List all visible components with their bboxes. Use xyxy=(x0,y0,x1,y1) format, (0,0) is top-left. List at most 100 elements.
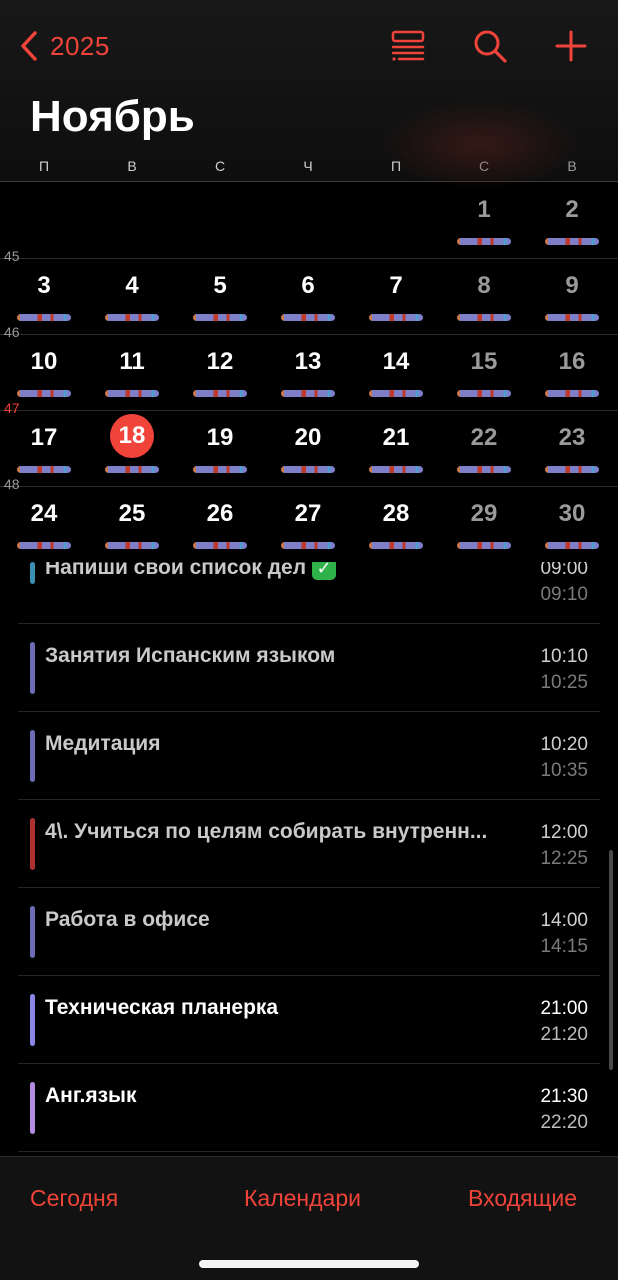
day-number: 21 xyxy=(382,424,410,451)
day-number: 20 xyxy=(294,424,322,451)
event-title-wrap: Занятия Испанским языком xyxy=(45,644,515,668)
day-cell[interactable]: 11 xyxy=(88,334,176,410)
day-cell[interactable]: 19 xyxy=(176,410,264,486)
event-item[interactable]: Медитация 10:20 10:35 xyxy=(18,712,600,800)
day-events-indicator xyxy=(17,466,71,473)
event-title: Напиши свой список дел xyxy=(45,562,307,579)
plus-icon xyxy=(555,30,587,62)
day-number: 24 xyxy=(30,500,58,527)
day-cell[interactable]: 16 xyxy=(528,334,616,410)
calendars-button[interactable]: Календари xyxy=(244,1185,361,1212)
day-events-indicator xyxy=(545,390,599,397)
week-row: 46 10 11 12 13 14 15 16 xyxy=(0,324,618,410)
day-cell[interactable]: 25 xyxy=(88,486,176,562)
day-cell[interactable]: 13 xyxy=(264,334,352,410)
add-event-button[interactable] xyxy=(553,28,589,64)
home-indicator xyxy=(199,1260,419,1268)
day-events-indicator xyxy=(545,466,599,473)
day-events-indicator xyxy=(281,314,335,321)
day-cell[interactable]: 15 xyxy=(440,334,528,410)
day-number: 9 xyxy=(565,272,579,299)
event-end-time: 21:20 xyxy=(540,1024,588,1045)
event-title-wrap: Напиши свой список дел ✓ xyxy=(45,562,515,581)
day-cell[interactable]: 26 xyxy=(176,486,264,562)
day-events-indicator xyxy=(193,314,247,321)
search-icon xyxy=(474,30,507,63)
day-cell[interactable]: 2 xyxy=(528,182,616,258)
day-events-indicator xyxy=(17,542,71,549)
event-item[interactable]: Анг.язык 21:30 22:20 xyxy=(18,1064,600,1152)
day-cell[interactable]: 22 xyxy=(440,410,528,486)
day-cell[interactable]: 20 xyxy=(264,410,352,486)
inbox-button[interactable]: Входящие xyxy=(468,1185,577,1212)
day-cell[interactable]: 21 xyxy=(352,410,440,486)
event-title: Медитация xyxy=(45,732,161,755)
day-events-indicator xyxy=(545,314,599,321)
event-item[interactable]: Техническая планерка 21:00 21:20 xyxy=(18,976,600,1064)
today-day-number: 18 xyxy=(110,414,154,458)
day-number: 29 xyxy=(470,500,498,527)
event-start-time: 10:20 xyxy=(540,734,588,755)
day-cell[interactable]: 14 xyxy=(352,334,440,410)
month-grid: 1 2 45 3 4 5 6 7 8 9 46 10 11 12 13 14 15 16 47 17 18 19 20 21 2… xyxy=(0,182,618,562)
event-color-stripe xyxy=(30,906,35,958)
event-item[interactable]: Занятия Испанским языком 10:10 10:25 xyxy=(18,624,600,712)
check-mark-icon: ✓ xyxy=(312,562,337,581)
event-start-time: 21:30 xyxy=(540,1086,588,1107)
weekday-thu: Ч xyxy=(303,158,313,174)
event-end-time: 14:15 xyxy=(540,936,588,957)
event-item[interactable]: Работа в офисе 14:00 14:15 xyxy=(18,888,600,976)
day-cell[interactable]: 29 xyxy=(440,486,528,562)
day-cell[interactable]: 10 xyxy=(0,334,88,410)
day-cell[interactable]: 1 xyxy=(440,182,528,258)
day-cell[interactable]: 30 xyxy=(528,486,616,562)
event-item[interactable]: Напиши свой список дел ✓ 09:00 09:10 xyxy=(18,562,600,624)
day-cell[interactable]: 3 xyxy=(0,258,88,334)
day-cell[interactable]: 6 xyxy=(264,258,352,334)
event-color-stripe xyxy=(30,642,35,694)
list-view-button[interactable] xyxy=(390,28,426,64)
event-end-time: 09:10 xyxy=(540,584,588,605)
day-cell[interactable]: 5 xyxy=(176,258,264,334)
day-number: 19 xyxy=(206,424,234,451)
day-events-indicator xyxy=(369,466,423,473)
day-events-indicator xyxy=(457,466,511,473)
day-cell[interactable]: 18 xyxy=(88,410,176,486)
day-cell[interactable]: 28 xyxy=(352,486,440,562)
event-title-wrap: Медитация xyxy=(45,732,515,756)
event-title-wrap: Техническая планерка xyxy=(45,996,515,1020)
weekday-wed: С xyxy=(214,158,226,174)
day-number: 11 xyxy=(119,348,145,375)
day-events-indicator xyxy=(105,390,159,397)
day-cell[interactable]: 17 xyxy=(0,410,88,486)
event-item[interactable]: 4\. Учиться по целям собирать внутренн..… xyxy=(18,800,600,888)
day-events-indicator xyxy=(105,314,159,321)
week-row: 12 xyxy=(0,182,618,258)
day-cell[interactable]: 7 xyxy=(352,258,440,334)
day-events-indicator xyxy=(545,238,599,245)
event-start-time: 21:00 xyxy=(540,998,588,1019)
day-cell[interactable]: 27 xyxy=(264,486,352,562)
day-cell[interactable]: 23 xyxy=(528,410,616,486)
day-events-indicator xyxy=(193,542,247,549)
day-number: 8 xyxy=(477,272,491,299)
search-button[interactable] xyxy=(472,28,508,64)
event-list: Напиши свой список дел ✓ 09:00 09:10 Занятия… xyxy=(0,562,618,1156)
day-number: 2 xyxy=(565,196,579,223)
day-cell[interactable]: 9 xyxy=(528,258,616,334)
day-cell[interactable]: 24 xyxy=(0,486,88,562)
day-cell[interactable]: 12 xyxy=(176,334,264,410)
event-title: Техническая планерка xyxy=(45,996,279,1019)
weekday-header: П В С Ч П С В xyxy=(0,158,618,178)
week-row: 47 17 18 19 20 21 22 23 xyxy=(0,400,618,486)
weekday-tue: В xyxy=(127,158,137,174)
event-list-scrollbar[interactable] xyxy=(609,850,613,1070)
today-button[interactable]: Сегодня xyxy=(30,1185,118,1212)
day-cell[interactable]: 8 xyxy=(440,258,528,334)
day-number: 25 xyxy=(118,500,146,527)
day-number: 1 xyxy=(477,196,491,223)
day-events-indicator xyxy=(457,238,511,245)
day-events-indicator xyxy=(457,390,511,397)
day-cell[interactable]: 4 xyxy=(88,258,176,334)
back-to-year-button[interactable]: 2025 xyxy=(18,28,110,64)
